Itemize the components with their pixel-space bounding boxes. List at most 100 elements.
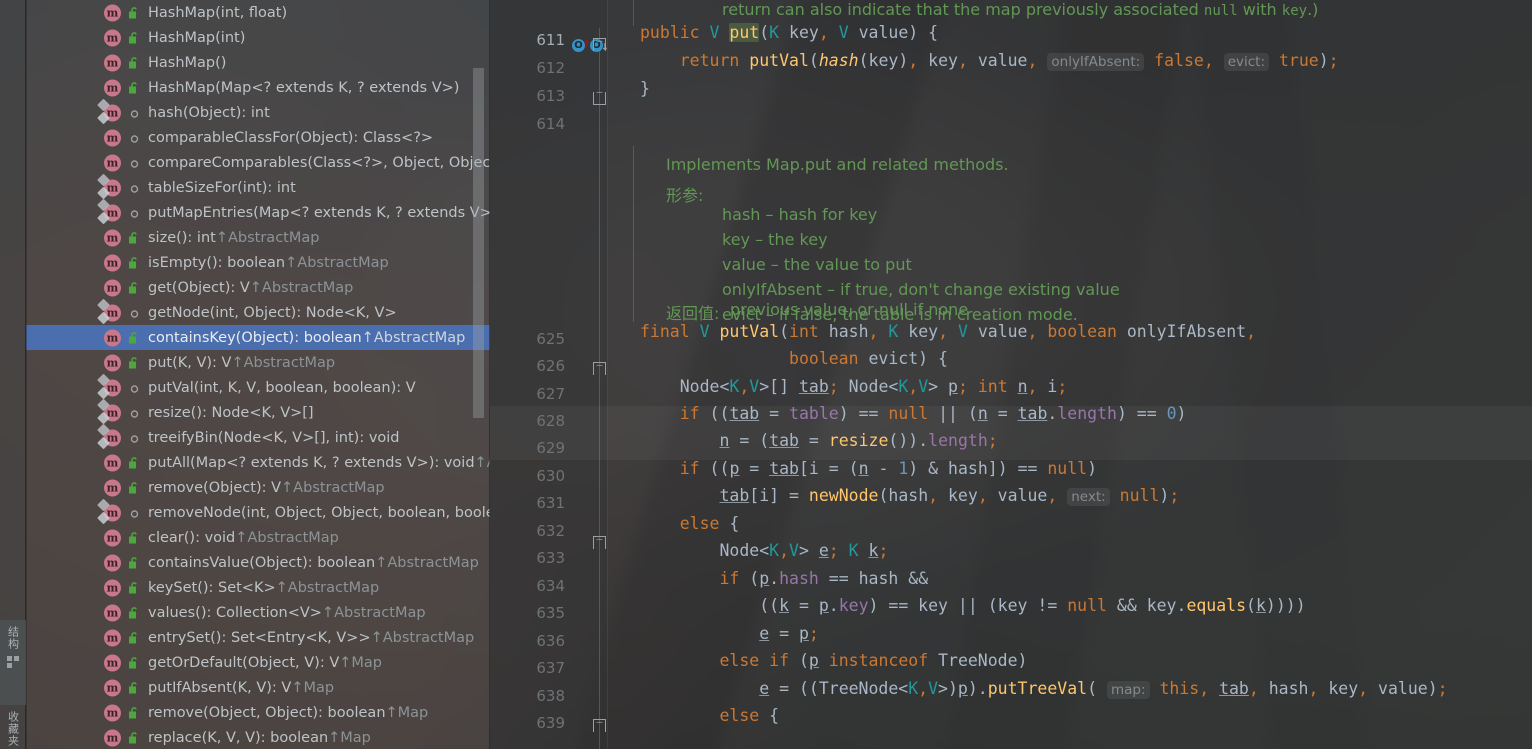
structure-list-item[interactable]: m getOrDefault(Object, V): V ↑Map [26, 650, 490, 675]
structure-list-item[interactable]: m HashMap(Map<? extends K, ? extends V>) [26, 75, 490, 100]
line-number[interactable]: 635 [490, 604, 565, 622]
fold-end-icon[interactable] [593, 92, 606, 105]
structure-list-item[interactable]: m HashMap() [26, 50, 490, 75]
structure-vertical-scrollbar[interactable] [473, 68, 484, 418]
structure-list-item[interactable]: m resize(): Node<K, V>[] [26, 400, 490, 425]
line-number[interactable]: 634 [490, 577, 565, 595]
public-padlock-icon [128, 56, 140, 69]
code-line[interactable]: return putVal(hash(key), key, value, onl… [640, 51, 1339, 71]
tool-tab-favorites[interactable]: 收藏夹 [0, 705, 26, 749]
editor-code-area[interactable]: 611 612 613 614 625 626 627 628 629 630 631 632 633 6… [490, 0, 1532, 749]
structure-list-item[interactable]: m remove(Object): V ↑AbstractMap [26, 475, 490, 500]
structure-list-item[interactable]: m putVal(int, K, V, boolean, boolean): V [26, 375, 490, 400]
code-line[interactable]: e = ((TreeNode<K,V>)p).putTreeVal( map: … [640, 679, 1448, 699]
code-line[interactable]: tab[i] = newNode(hash, key, value, next:… [640, 486, 1179, 506]
line-number[interactable]: 614 [490, 115, 565, 133]
line-number[interactable]: 632 [490, 522, 565, 540]
method-icon: m [104, 704, 121, 721]
code-line[interactable]: Node<K,V>[] tab; Node<K,V> p; int n, i; [640, 377, 1068, 396]
code-line[interactable]: else if (p instanceof TreeNode) [640, 651, 1027, 670]
code-punct: , [1248, 679, 1259, 698]
fold-collapse-icon[interactable] [593, 38, 606, 51]
code-keyword: instanceof [828, 651, 929, 670]
method-icon: m [104, 304, 121, 321]
code-line[interactable]: if (p.hash == hash && [640, 569, 928, 588]
code-line[interactable]: Node<K,V> e; K k; [640, 541, 888, 560]
code-line[interactable]: public V put(K key, V value) { [640, 23, 938, 42]
method-icon: m [104, 629, 121, 646]
code-line[interactable]: if ((p = tab[i = (n - 1) & hash]) == nul… [640, 459, 1097, 478]
structure-list-item[interactable]: m containsKey(Object): boolean ↑AbstractM… [26, 325, 490, 350]
code-line[interactable]: final V putVal(int hash, K key, V value,… [640, 322, 1256, 341]
fold-collapse-icon[interactable] [593, 536, 606, 549]
structure-list-item[interactable]: m putIfAbsent(K, V): V ↑Map [26, 675, 490, 700]
code-line[interactable]: if ((tab = table) == null || (n = tab.le… [640, 404, 1187, 423]
line-number[interactable]: 625 [490, 330, 565, 348]
structure-list-item[interactable]: m putMapEntries(Map<? extends K, ? extend… [26, 200, 490, 225]
line-number[interactable]: 630 [490, 467, 565, 485]
tool-tab-structure[interactable]: 结构 [0, 620, 26, 705]
structure-list-item[interactable]: m replace(K, V, V): boolean ↑Map [26, 725, 490, 749]
structure-item-signature: removeNode(int, Object, Object, boolean,… [148, 504, 490, 521]
line-number[interactable]: 637 [490, 659, 565, 677]
structure-item-owner: ↑AbstractMap [231, 354, 336, 371]
line-number[interactable]: 626 [490, 357, 565, 375]
line-number[interactable]: 628 [490, 412, 565, 430]
fold-collapse-icon[interactable] [593, 719, 606, 732]
fold-collapse-icon[interactable] [593, 362, 606, 375]
method-icon: m [104, 354, 121, 371]
structure-item-owner: ↑AbstractMap [361, 329, 466, 346]
code-line[interactable]: n = (tab = resize()).length; [640, 431, 997, 450]
structure-list-item[interactable]: m hash(Object): int [26, 100, 490, 125]
line-number[interactable]: 612 [490, 59, 565, 77]
private-member-icon [130, 306, 142, 319]
code-local-var: e [759, 624, 770, 643]
structure-list-item[interactable]: m getNode(int, Object): Node<K, V> [26, 300, 490, 325]
line-number[interactable]: 613 [490, 87, 565, 105]
line-number[interactable]: 638 [490, 687, 565, 705]
structure-list-item[interactable]: m compareComparables(Class<?>, Object, Ob… [26, 150, 490, 175]
structure-list-item[interactable]: m putAll(Map<? extends K, ? extends V>): … [26, 450, 490, 475]
structure-list-item[interactable]: m keySet(): Set<K> ↑AbstractMap [26, 575, 490, 600]
structure-list-item[interactable]: m removeNode(int, Object, Object, boolean… [26, 500, 490, 525]
line-number[interactable]: 639 [490, 714, 565, 732]
private-member-icon [130, 156, 142, 169]
structure-list-item[interactable]: m HashMap(int, float) [26, 0, 490, 25]
code-punct: , [908, 377, 919, 396]
private-member-icon [130, 309, 139, 318]
code-line[interactable]: boolean evict) { [640, 349, 948, 368]
line-number[interactable]: 631 [490, 494, 565, 512]
structure-list-item[interactable]: m isEmpty(): boolean ↑AbstractMap [26, 250, 490, 275]
structure-list-item[interactable]: m entrySet(): Set<Entry<K, V>> ↑AbstractM… [26, 625, 490, 650]
structure-list-item[interactable]: m get(Object): V ↑AbstractMap [26, 275, 490, 300]
implementing-method-icon[interactable]: O ↑ [572, 37, 591, 54]
structure-list-item[interactable]: m clear(): void ↑AbstractMap [26, 525, 490, 550]
structure-list-item[interactable]: m values(): Collection<V> ↑AbstractMap [26, 600, 490, 625]
structure-list-item[interactable]: m put(K, V): V ↑AbstractMap [26, 350, 490, 375]
code-keyword: if [719, 569, 740, 588]
code-local-var: p [729, 459, 740, 478]
structure-list-item[interactable]: m remove(Object, Object): boolean ↑Map [26, 700, 490, 725]
code-line[interactable]: e = p; [640, 624, 819, 643]
structure-list-item[interactable]: m tableSizeFor(int): int [26, 175, 490, 200]
structure-list-item[interactable]: m treeifyBin(Node<K, V>[], int): void [26, 425, 490, 450]
structure-item-owner: ↑AbstractMap [249, 279, 354, 296]
structure-list-item[interactable]: m HashMap(int) [26, 25, 490, 50]
private-member-icon [130, 509, 139, 518]
code-line[interactable]: else { [640, 514, 740, 533]
code-line[interactable]: } [640, 79, 650, 98]
code-editor[interactable]: 611 612 613 614 625 626 627 628 629 630 631 632 633 6… [490, 0, 1532, 749]
line-number[interactable]: 636 [490, 632, 565, 650]
code-line[interactable]: else { [640, 706, 779, 725]
code-line[interactable]: ((k = p.key) == key || (key != null && k… [640, 596, 1305, 615]
structure-list-item[interactable]: m containsValue(Object): boolean ↑Abstrac… [26, 550, 490, 575]
line-number[interactable]: 627 [490, 385, 565, 403]
structure-list-item[interactable]: m size(): int ↑AbstractMap [26, 225, 490, 250]
structure-list-item[interactable]: m comparableClassFor(Object): Class<?> [26, 125, 490, 150]
line-number[interactable]: 633 [490, 549, 565, 567]
code-punct: , [908, 51, 919, 70]
method-icon: m [104, 329, 121, 346]
code-type-param: K [848, 541, 859, 560]
line-number[interactable]: 611 [490, 31, 565, 49]
line-number[interactable]: 629 [490, 439, 565, 457]
